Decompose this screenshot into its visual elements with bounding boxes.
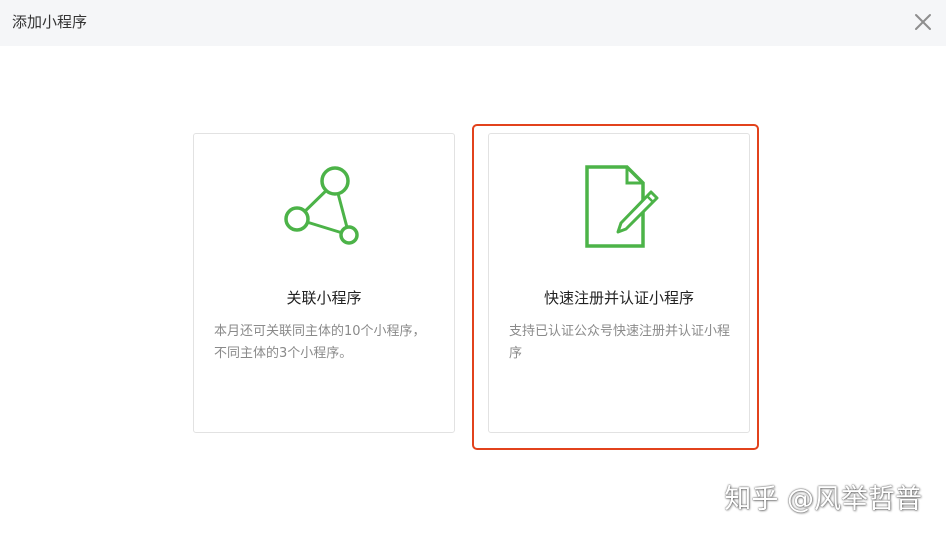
document-edit-icon xyxy=(579,162,659,250)
card-description: 支持已认证公众号快速注册并认证小程序 xyxy=(509,324,731,361)
add-mini-program-dialog: 添加小程序 关联小程序 本月还可关联同主体的10个小程序，不同主体的3个小程序。 xyxy=(0,0,946,536)
network-nodes-icon xyxy=(282,162,366,252)
close-button[interactable] xyxy=(912,11,934,33)
card-title: 快速注册并认证小程序 xyxy=(543,289,694,307)
associate-mini-program-card[interactable]: 关联小程序 本月还可关联同主体的10个小程序，不同主体的3个小程序。 xyxy=(193,133,455,433)
dialog-header: 添加小程序 xyxy=(0,0,946,46)
card-description: 本月还可关联同主体的10个小程序，不同主体的3个小程序。 xyxy=(214,324,426,361)
dialog-title: 添加小程序 xyxy=(12,13,88,31)
quick-register-mini-program-card[interactable]: 快速注册并认证小程序 支持已认证公众号快速注册并认证小程序 xyxy=(488,133,750,433)
card-title: 关联小程序 xyxy=(286,289,362,307)
watermark-text: 知乎 @风举哲普 xyxy=(724,484,922,515)
close-icon xyxy=(915,14,931,30)
